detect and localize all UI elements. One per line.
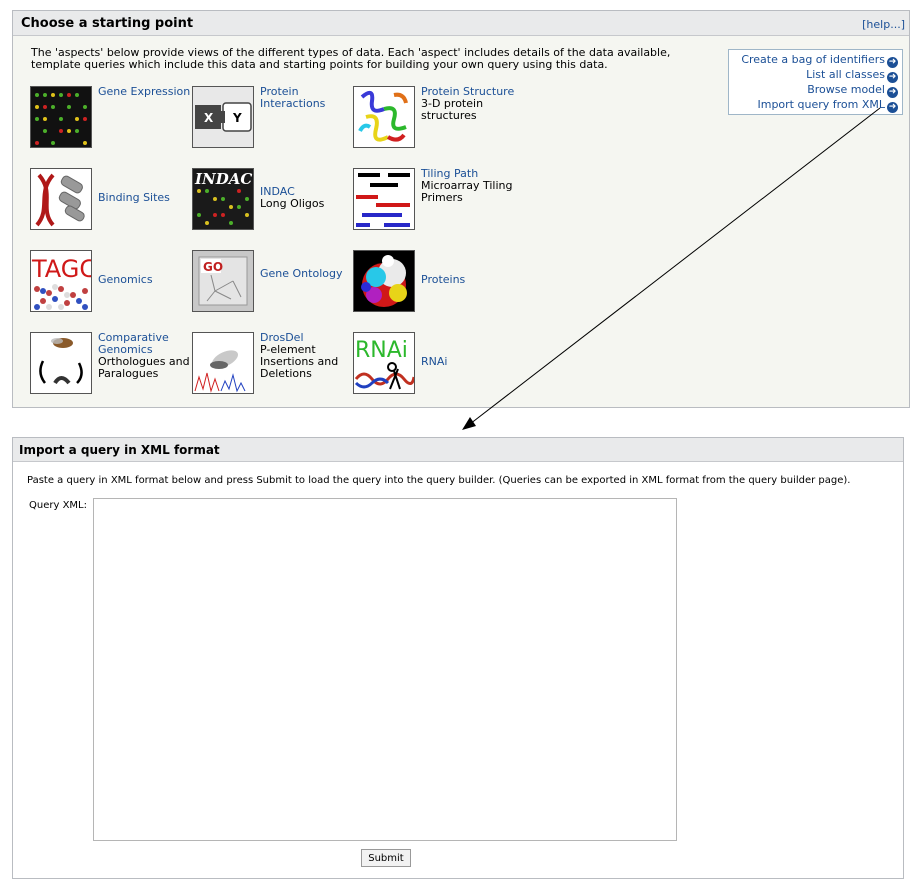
arrow-circle-icon[interactable]: ➜ — [887, 87, 898, 98]
aspect-description: Long Oligos — [260, 197, 325, 210]
aspect-protein-structure: Protein Structure 3-D protein structures — [353, 86, 518, 150]
aspect-protein-interactions: X Y Protein Interactions — [192, 86, 357, 150]
query-xml-label: Query XML: — [29, 500, 87, 511]
tagc-icon[interactable]: TAGC — [30, 250, 92, 312]
instructions-text: Paste a query in XML format below and pr… — [27, 475, 851, 486]
aspect-rnai: RNAi RNAi — [353, 332, 518, 396]
arrow-circle-icon[interactable]: ➜ — [887, 72, 898, 83]
aspect-proteins: Proteins — [353, 250, 518, 314]
rnai-logo-text: RNAi — [355, 338, 408, 363]
action-create-bag[interactable]: Create a bag of identifiers ➜ — [729, 53, 898, 68]
indac-logo-text: INDAC — [194, 170, 252, 188]
action-import-xml[interactable]: Import query from XML ➜ — [729, 98, 898, 113]
dna-helix-icon[interactable] — [30, 168, 92, 230]
action-browse-model[interactable]: Browse model ➜ — [729, 83, 898, 98]
fly-trace-icon[interactable] — [192, 332, 254, 394]
aspect-indac: INDAC INDAC Long Oligos — [192, 168, 357, 232]
aspect-link[interactable]: Gene Ontology — [260, 267, 342, 280]
xy-interaction-icon[interactable]: X Y — [192, 86, 254, 148]
import-xml-panel: Import a query in XML format Paste a que… — [12, 437, 904, 879]
tiling-bars-icon[interactable] — [353, 168, 415, 230]
aspect-link[interactable]: Comparative Genomics — [98, 331, 169, 356]
arrow-circle-icon[interactable]: ➜ — [887, 57, 898, 68]
arrow-circle-icon[interactable]: ➜ — [887, 102, 898, 113]
microarray-icon[interactable] — [30, 86, 92, 148]
aspect-link[interactable]: Gene Expression — [98, 85, 190, 98]
aspect-link[interactable]: Protein Interactions — [260, 85, 325, 110]
protein-ribbon-icon[interactable] — [353, 86, 415, 148]
protein-spheres-icon[interactable] — [353, 250, 415, 312]
aspect-link[interactable]: Binding Sites — [98, 191, 170, 204]
submit-button[interactable]: Submit — [361, 849, 411, 867]
aspect-description: 3-D protein structures — [421, 97, 484, 122]
aspect-description: Microarray Tiling Primers — [421, 179, 513, 204]
aspect-genomics: TAGC Genomics — [30, 250, 195, 314]
aspect-gene-ontology: GO Gene Ontology — [192, 250, 357, 314]
aspect-tiling-path: Tiling Path Microarray Tiling Primers — [353, 168, 518, 232]
fly-cycle-icon[interactable] — [30, 332, 92, 394]
go-graph-icon[interactable]: GO — [192, 250, 254, 312]
help-link[interactable]: [help...] — [862, 18, 905, 31]
y-label: Y — [232, 111, 242, 125]
aspect-gene-expression: Gene Expression — [30, 86, 195, 150]
indac-icon[interactable]: INDAC — [192, 168, 254, 230]
aspect-link[interactable]: Proteins — [421, 273, 465, 286]
action-list-classes[interactable]: List all classes ➜ — [729, 68, 898, 83]
x-label: X — [204, 111, 214, 125]
panel-header: Import a query in XML format — [13, 438, 903, 462]
panel-title: Import a query in XML format — [19, 443, 220, 457]
rnai-scissors-icon[interactable]: RNAi — [353, 332, 415, 394]
action-label[interactable]: Import query from XML — [757, 98, 885, 111]
tagc-logo-text: TAGC — [31, 255, 91, 283]
panel-header: Choose a starting point [help...] — [13, 11, 909, 36]
action-label[interactable]: Create a bag of identifiers — [741, 53, 885, 66]
aspect-drosdel: DrosDel P-element Insertions and Deletion… — [192, 332, 357, 396]
aspect-binding-sites: Binding Sites — [30, 168, 195, 232]
aspect-link[interactable]: Genomics — [98, 273, 153, 286]
actions-box: Create a bag of identifiers ➜ List all cl… — [728, 49, 903, 115]
aspect-description: P-element Insertions and Deletions — [260, 343, 339, 380]
aspect-comparative-genomics: Comparative Genomics Orthologues and Para… — [30, 332, 195, 396]
aspect-description: Orthologues and Paralogues — [98, 355, 190, 380]
aspect-link[interactable]: RNAi — [421, 355, 447, 368]
starting-point-panel: Choose a starting point [help...] The 'a… — [12, 10, 910, 408]
go-logo-text: GO — [203, 260, 223, 274]
action-label[interactable]: Browse model — [807, 83, 885, 96]
query-xml-textarea[interactable] — [93, 498, 677, 841]
action-label[interactable]: List all classes — [806, 68, 885, 81]
panel-title: Choose a starting point — [21, 16, 194, 31]
intro-text: The 'aspects' below provide views of the… — [31, 46, 671, 71]
